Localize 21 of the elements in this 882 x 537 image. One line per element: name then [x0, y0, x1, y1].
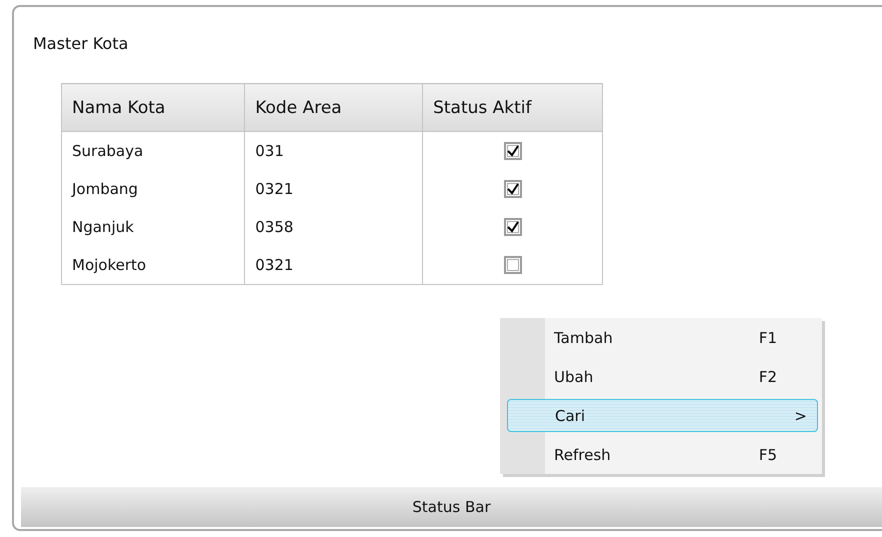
checkbox[interactable] — [504, 180, 522, 198]
table-cell: 0358 — [244, 208, 423, 246]
menu-item[interactable]: Cari > — [507, 399, 818, 432]
table-cell: 031 — [244, 132, 423, 170]
table-cell: 0321 — [244, 246, 423, 284]
checkbox[interactable] — [504, 218, 522, 236]
column-header: Nama Kota — [62, 84, 245, 132]
menu-item[interactable]: Ubah F2 — [545, 357, 822, 396]
status-bar: Status Bar — [21, 487, 882, 527]
menu-item[interactable]: Refresh F5 — [545, 435, 822, 474]
column-header: Status Aktif — [422, 84, 602, 132]
menu-item[interactable]: Tambah F1 — [545, 318, 822, 357]
table-cell: Mojokerto — [62, 246, 245, 284]
table-cell: 0321 — [244, 170, 423, 208]
table-cell: Jombang — [62, 170, 245, 208]
checkbox[interactable] — [504, 256, 522, 274]
column-header: Kode Area — [244, 84, 423, 132]
table-cell: Surabaya — [62, 132, 245, 170]
window-title: Master Kota — [33, 34, 130, 53]
table-cell: Nganjuk — [62, 208, 245, 246]
checkbox[interactable] — [504, 142, 522, 160]
